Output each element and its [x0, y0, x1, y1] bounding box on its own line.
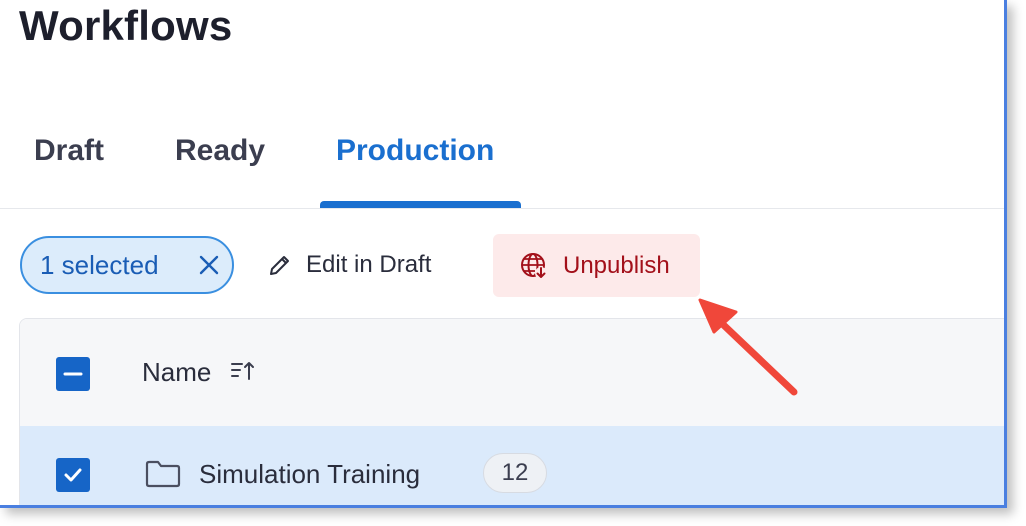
- count-badge: 12: [483, 453, 547, 493]
- edit-in-draft-button[interactable]: Edit in Draft: [268, 236, 431, 294]
- selection-count: 1 selected: [40, 249, 159, 280]
- close-icon[interactable]: [198, 254, 220, 276]
- pencil-icon: [270, 256, 289, 275]
- app-window: Workflows Draft Ready Production 1 selec…: [0, 0, 1007, 508]
- arrow-annotation: [698, 298, 798, 396]
- unpublish-label: Unpublish: [563, 251, 670, 279]
- row-checkbox[interactable]: [56, 458, 90, 492]
- row-name[interactable]: Simulation Training: [199, 459, 420, 490]
- active-tab-indicator: [320, 201, 521, 208]
- checkmark-icon: [64, 468, 82, 482]
- tab-ready[interactable]: Ready: [175, 134, 265, 168]
- unpublish-button[interactable]: Unpublish: [493, 234, 700, 297]
- table-row[interactable]: Simulation Training 12: [20, 426, 1004, 505]
- minus-icon: [63, 372, 83, 376]
- select-all-checkbox[interactable]: [56, 357, 90, 391]
- selection-chip: 1 selected: [20, 236, 234, 294]
- globe-download-icon: [521, 252, 547, 279]
- bulk-action-toolbar: 1 selected Edit in Draft Unpublish: [0, 234, 1004, 297]
- tab-production[interactable]: Production: [336, 134, 494, 168]
- tab-draft[interactable]: Draft: [34, 134, 104, 168]
- table-header: Name: [20, 319, 1004, 426]
- folder-icon: [145, 460, 181, 488]
- column-header-name[interactable]: Name: [142, 357, 211, 388]
- sort-ascending-icon[interactable]: [230, 359, 256, 383]
- tab-bar: Draft Ready Production: [0, 128, 1004, 209]
- workflows-table: Name Simulation Training 12: [19, 318, 1004, 505]
- edit-in-draft-label: Edit in Draft: [306, 251, 432, 278]
- page-title: Workflows: [19, 2, 233, 49]
